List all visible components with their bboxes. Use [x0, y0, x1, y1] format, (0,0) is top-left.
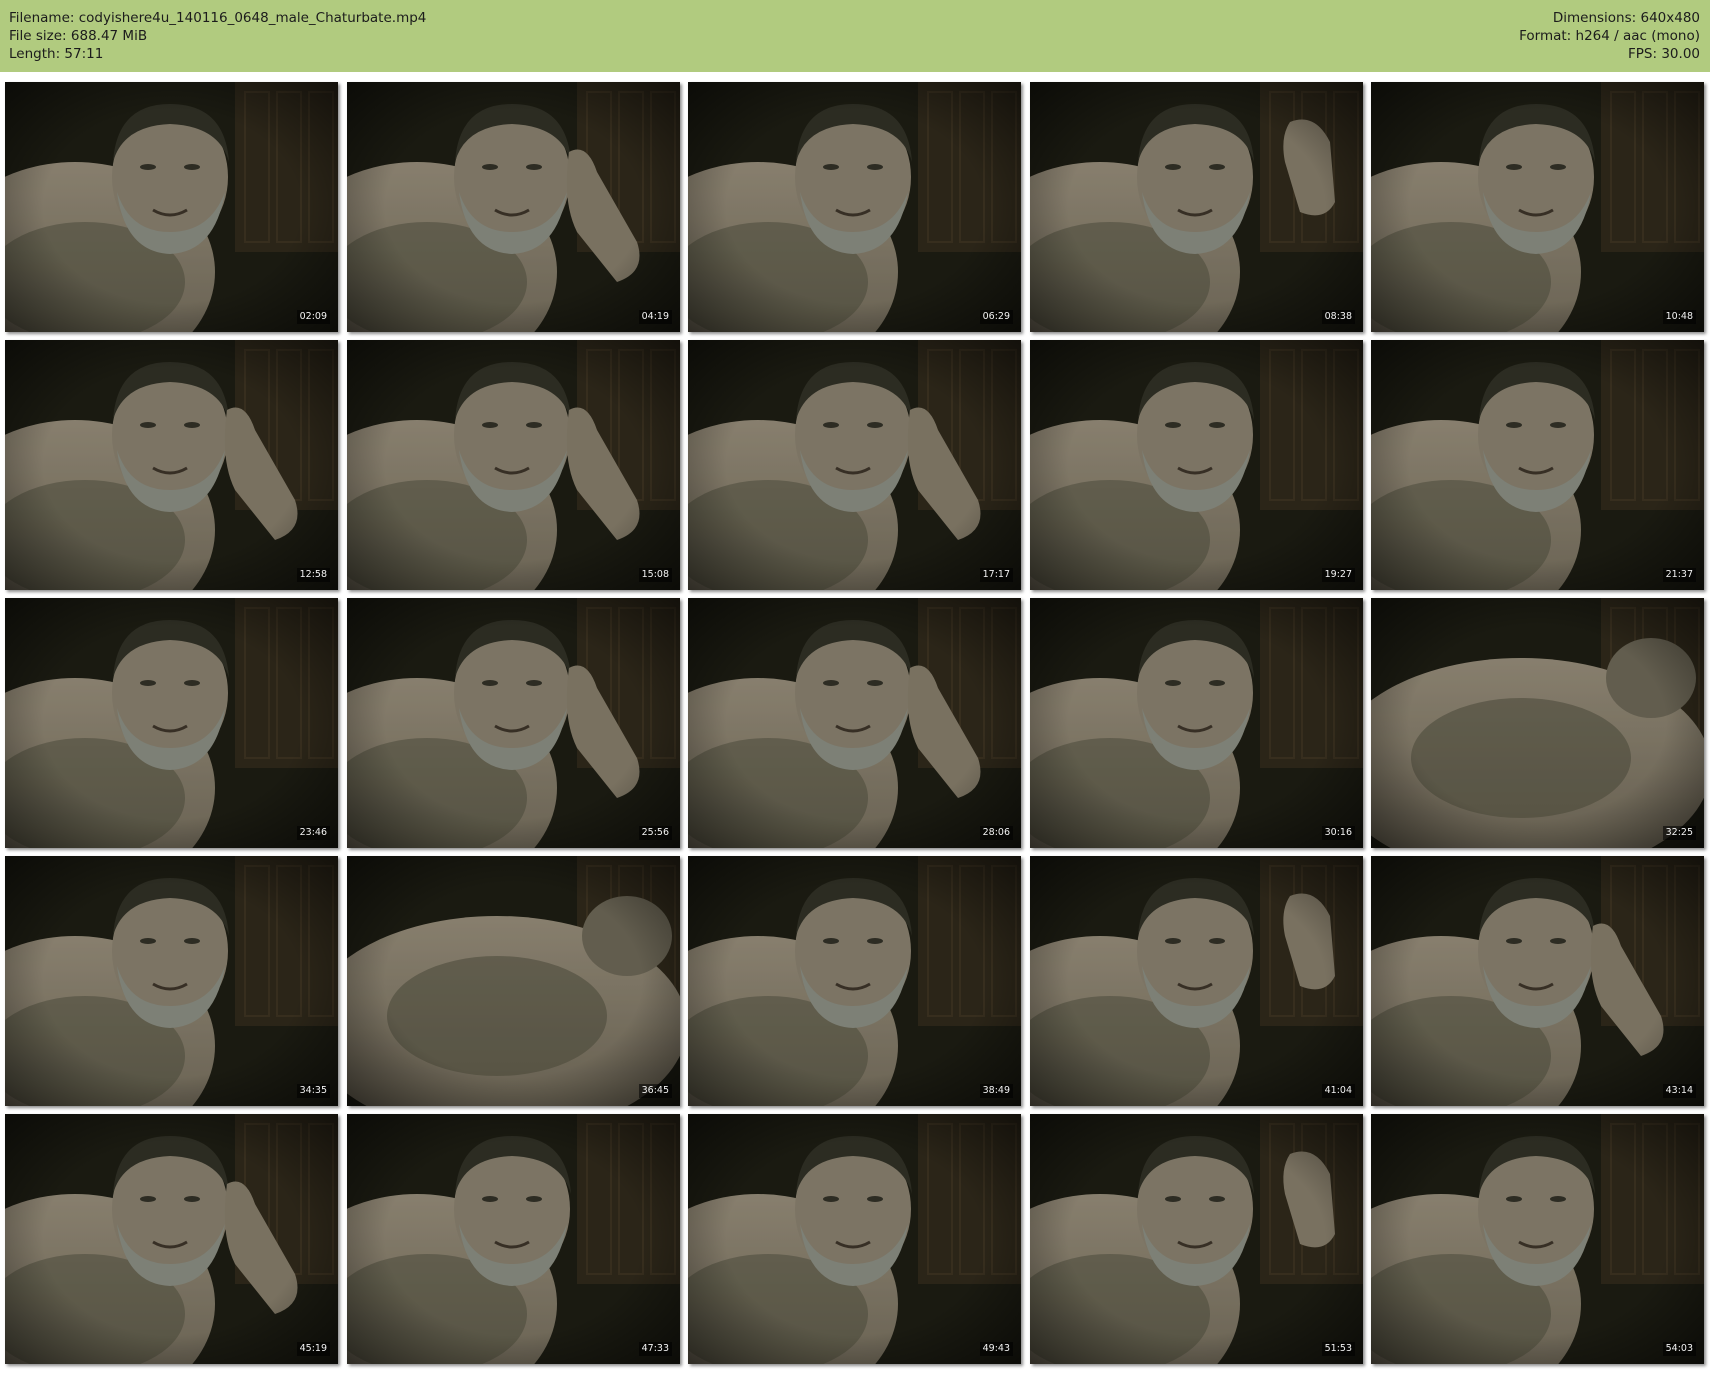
video-frame-thumbnail: 23:46 [5, 598, 338, 848]
frame-timestamp: 12:58 [296, 568, 330, 582]
frame-image [1371, 82, 1704, 332]
video-frame-thumbnail: 10:48 [1371, 82, 1704, 332]
frame-image [1371, 598, 1704, 848]
frame-timestamp: 49:43 [979, 1342, 1013, 1356]
frame-timestamp: 54:03 [1662, 1342, 1696, 1356]
video-frame-thumbnail: 15:08 [347, 340, 680, 590]
frame-image [347, 598, 680, 848]
frame-timestamp: 51:53 [1321, 1342, 1355, 1356]
frame-image [688, 340, 1021, 590]
frame-image [5, 598, 338, 848]
video-frame-thumbnail: 51:53 [1030, 1114, 1363, 1364]
frame-image [1030, 856, 1363, 1106]
frame-timestamp: 36:45 [638, 1084, 672, 1098]
video-frame-thumbnail: 28:06 [688, 598, 1021, 848]
frame-image [1030, 340, 1363, 590]
frame-timestamp: 41:04 [1321, 1084, 1355, 1098]
frame-timestamp: 45:19 [296, 1342, 330, 1356]
frame-image [1371, 856, 1704, 1106]
file-info-left: Filename: codyishere4u_140116_0648_male_… [9, 9, 426, 63]
video-frame-thumbnail: 34:35 [5, 856, 338, 1106]
frame-image [347, 856, 680, 1106]
video-frame-thumbnail: 38:49 [688, 856, 1021, 1106]
format-text: Format: h264 / aac (mono) [1519, 28, 1700, 44]
frame-timestamp: 10:48 [1662, 310, 1696, 324]
frame-image [688, 598, 1021, 848]
video-frame-thumbnail: 17:17 [688, 340, 1021, 590]
frame-timestamp: 04:19 [638, 310, 672, 324]
video-frame-thumbnail: 08:38 [1030, 82, 1363, 332]
frame-timestamp: 43:14 [1662, 1084, 1696, 1098]
frame-timestamp: 32:25 [1662, 826, 1696, 840]
length-text: Length: 57:11 [9, 46, 104, 62]
frame-image [347, 1114, 680, 1364]
video-frame-thumbnail: 21:37 [1371, 340, 1704, 590]
frame-image [347, 340, 680, 590]
info-header: Filename: codyishere4u_140116_0648_male_… [0, 0, 1710, 72]
frame-image [1371, 340, 1704, 590]
frame-timestamp: 23:46 [296, 826, 330, 840]
fps-text: FPS: 30.00 [1628, 46, 1700, 62]
frame-image [688, 82, 1021, 332]
thumbnail-grid: 02:09 04:19 06:29 08:38 10:48 12:58 15:08 17:17… [5, 82, 1705, 1368]
frame-image [1371, 1114, 1704, 1364]
video-frame-thumbnail: 12:58 [5, 340, 338, 590]
frame-timestamp: 15:08 [638, 568, 672, 582]
frame-timestamp: 34:35 [296, 1084, 330, 1098]
video-frame-thumbnail: 06:29 [688, 82, 1021, 332]
frame-image [347, 82, 680, 332]
filename-text: Filename: codyishere4u_140116_0648_male_… [9, 10, 427, 26]
frame-timestamp: 25:56 [638, 826, 672, 840]
frame-image [5, 1114, 338, 1364]
video-frame-thumbnail: 19:27 [1030, 340, 1363, 590]
frame-timestamp: 30:16 [1321, 826, 1355, 840]
video-frame-thumbnail: 54:03 [1371, 1114, 1704, 1364]
frame-image [688, 856, 1021, 1106]
frame-image [1030, 82, 1363, 332]
frame-image [1030, 598, 1363, 848]
frame-timestamp: 38:49 [979, 1084, 1013, 1098]
file-info-right: Dimensions: 640x480 Format: h264 / aac (… [1519, 9, 1700, 63]
video-frame-thumbnail: 47:33 [347, 1114, 680, 1364]
video-frame-thumbnail: 49:43 [688, 1114, 1021, 1364]
frame-image [5, 82, 338, 332]
frame-timestamp: 47:33 [638, 1342, 672, 1356]
video-frame-thumbnail: 41:04 [1030, 856, 1363, 1106]
video-frame-thumbnail: 04:19 [347, 82, 680, 332]
frame-image [688, 1114, 1021, 1364]
frame-timestamp: 21:37 [1662, 568, 1696, 582]
video-frame-thumbnail: 25:56 [347, 598, 680, 848]
video-frame-thumbnail: 02:09 [5, 82, 338, 332]
frame-timestamp: 28:06 [979, 826, 1013, 840]
frame-timestamp: 06:29 [979, 310, 1013, 324]
frame-timestamp: 08:38 [1321, 310, 1355, 324]
filesize-text: File size: 688.47 MiB [9, 28, 148, 44]
frame-image [5, 856, 338, 1106]
video-frame-thumbnail: 36:45 [347, 856, 680, 1106]
frame-image [5, 340, 338, 590]
frame-timestamp: 02:09 [296, 310, 330, 324]
frame-timestamp: 17:17 [979, 568, 1013, 582]
video-frame-thumbnail: 32:25 [1371, 598, 1704, 848]
video-frame-thumbnail: 30:16 [1030, 598, 1363, 848]
video-frame-thumbnail: 43:14 [1371, 856, 1704, 1106]
frame-image [1030, 1114, 1363, 1364]
dimensions-text: Dimensions: 640x480 [1552, 10, 1700, 26]
video-frame-thumbnail: 45:19 [5, 1114, 338, 1364]
frame-timestamp: 19:27 [1321, 568, 1355, 582]
